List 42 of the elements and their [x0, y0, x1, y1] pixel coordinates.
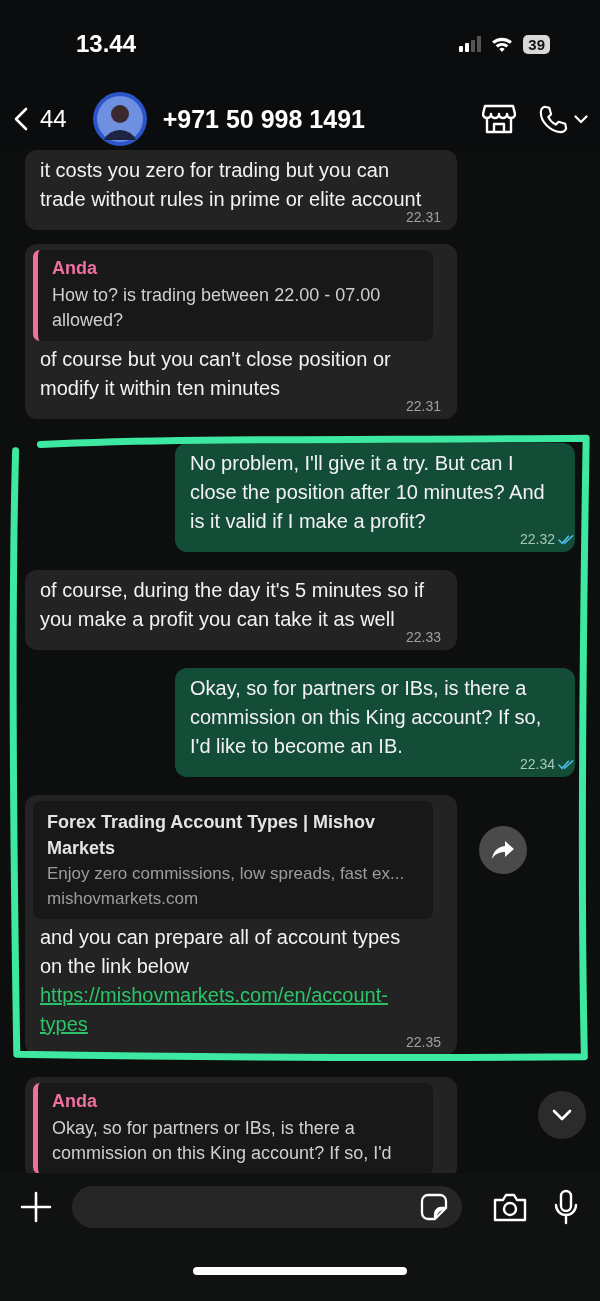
- status-time: 13.44: [76, 30, 137, 58]
- quote-text: How to? is trading between 22.00 - 07.00 allowed?: [52, 284, 382, 332]
- contact-name[interactable]: +971 50 998 1491: [162, 104, 460, 134]
- caret-icon[interactable]: [574, 114, 588, 124]
- preview-domain: mishovmarkets.com: [47, 888, 200, 910]
- microphone-icon[interactable]: [554, 1189, 578, 1225]
- back-icon: [14, 107, 28, 131]
- message-text: of course but you can't close position or modify it within ten minutes: [40, 347, 392, 401]
- phone-icon[interactable]: [538, 104, 568, 134]
- message-time: 22.32: [519, 531, 555, 547]
- quote-author: Anda: [52, 1091, 98, 1112]
- preview-title: Forex Trading Account Types | Mishov Markets: [47, 811, 377, 860]
- message-time: 22.35: [405, 1034, 441, 1050]
- message-time: 22.34: [519, 756, 555, 772]
- message-time: 22.33: [405, 629, 441, 645]
- message-input[interactable]: [72, 1186, 462, 1228]
- chevron-down-icon: [552, 1109, 572, 1121]
- quote-author: Anda: [52, 258, 98, 279]
- message-text: of course, during the day it's 5 minutes so if you make a profit you can take it as well: [40, 578, 425, 632]
- message-text: No problem, I'll give it a try. But can I close the position after 10 minutes? And is it valid if I make a profit?: [190, 451, 546, 534]
- share-arrow-icon: [491, 840, 515, 860]
- wifi-icon: [491, 36, 514, 52]
- message-text: and you can prepare all of account types on the link below: [40, 925, 402, 979]
- battery-indicator: 39: [523, 34, 550, 54]
- store-icon[interactable]: [482, 104, 516, 134]
- back-button[interactable]: 44: [14, 105, 67, 133]
- signal-icon: [459, 36, 482, 52]
- message-text: it costs you zero for trading but you can trade without rules in prime or elite account: [40, 158, 423, 212]
- preview-description: Enjoy zero commissions, low spreads, fast ex...: [47, 863, 406, 885]
- link-preview[interactable]: Forex Trading Account Types | Mishov Markets Enjoy zero commissions, low spreads, fast ex... mishovmarkets.com: [33, 801, 433, 919]
- camera-icon[interactable]: [492, 1192, 528, 1222]
- quote-text: Okay, so for partners or IBs, is there a commission on this King account? If so, I'd: [52, 1117, 393, 1165]
- plus-icon[interactable]: [20, 1191, 52, 1223]
- avatar[interactable]: [92, 92, 147, 146]
- scroll-down-button[interactable]: [538, 1091, 586, 1139]
- message-time: 22.31: [405, 398, 441, 414]
- message-time: 22.31: [405, 209, 441, 225]
- sticker-icon[interactable]: [420, 1193, 448, 1221]
- message-text: Okay, so for partners or IBs, is there a commission on this King account? If so, I'd like to become an IB.: [190, 676, 543, 759]
- quoted-message[interactable]: Anda How to? is trading between 22.00 - 07.00 allowed?: [33, 250, 433, 341]
- forward-button[interactable]: [479, 826, 527, 874]
- quoted-message[interactable]: Anda Okay, so for partners or IBs, is there a commission on this King account? If so, I'd: [33, 1083, 433, 1173]
